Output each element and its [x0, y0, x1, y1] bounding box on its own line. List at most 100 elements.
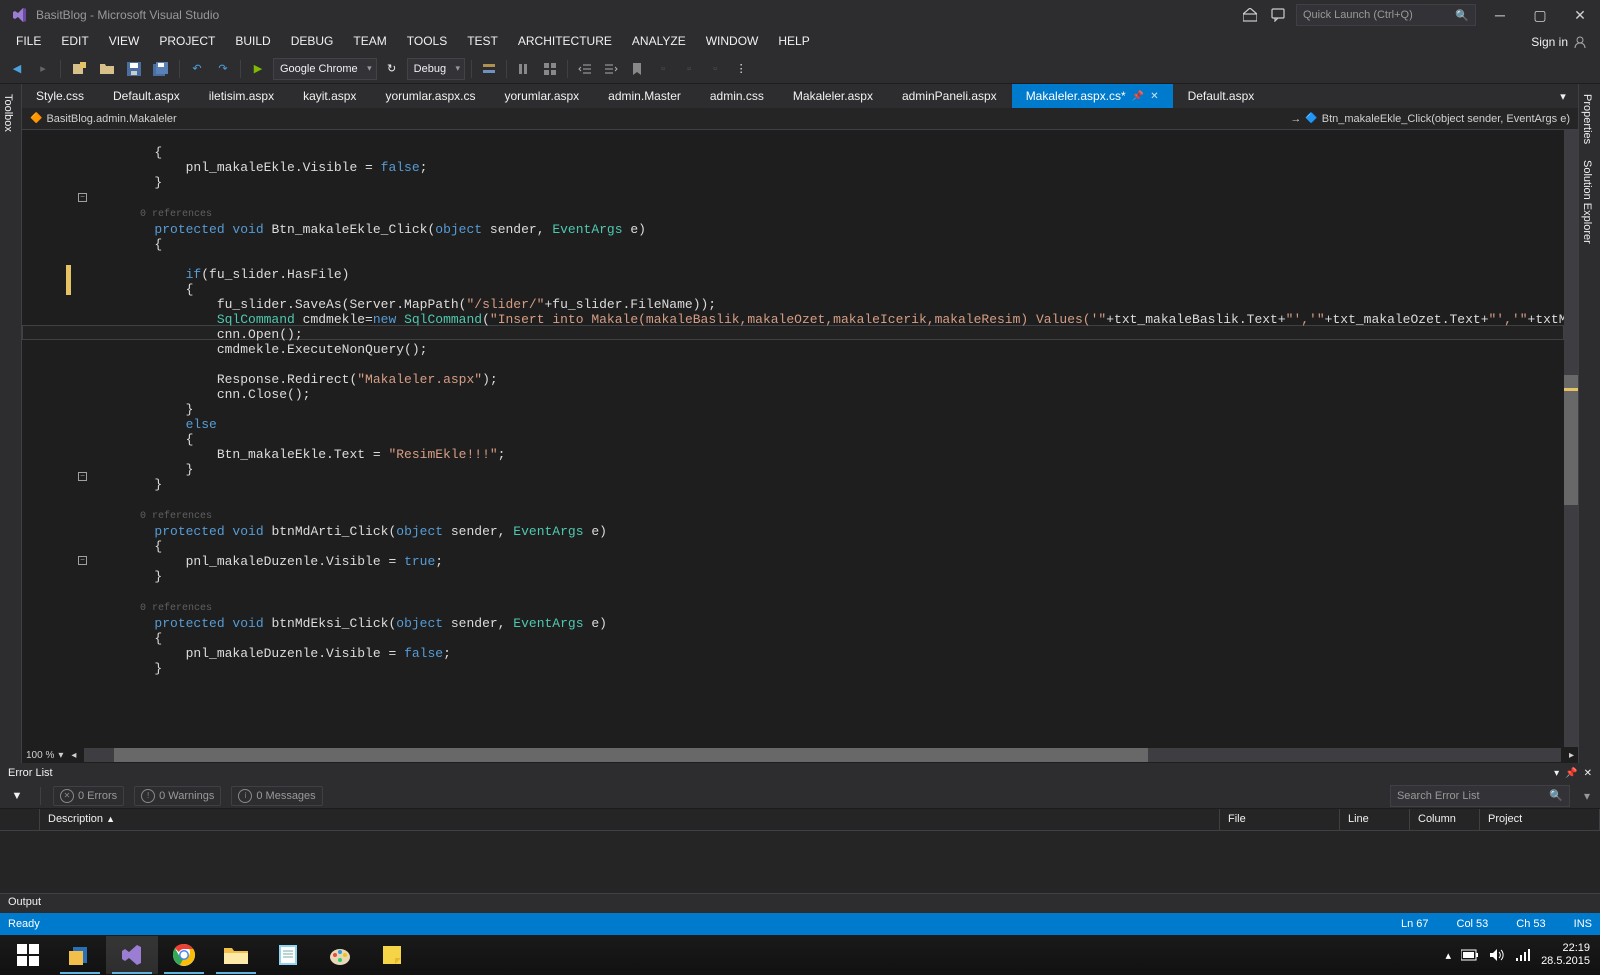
menu-architecture[interactable]: ARCHITECTURE: [508, 30, 622, 54]
taskbar-file-explorer[interactable]: [210, 936, 262, 974]
start-button[interactable]: [2, 936, 54, 974]
config-select[interactable]: Debug: [407, 58, 465, 80]
col-description[interactable]: Description ▲: [40, 809, 1220, 830]
tab-default[interactable]: Default.aspx: [99, 84, 195, 108]
col-icon[interactable]: [0, 809, 40, 830]
undo-button[interactable]: ↶: [186, 58, 208, 80]
tab-kayit[interactable]: kayit.aspx: [289, 84, 371, 108]
start-debug-button[interactable]: ▶: [247, 58, 269, 80]
toolbox-tab[interactable]: Toolbox: [2, 90, 19, 136]
warnings-filter[interactable]: ! 0 Warnings: [134, 786, 221, 806]
col-file[interactable]: File: [1220, 809, 1340, 830]
taskbar-notepad[interactable]: [262, 936, 314, 974]
menu-help[interactable]: HELP: [768, 30, 819, 54]
maximize-button[interactable]: ▢: [1524, 5, 1556, 25]
scrollbar-thumb[interactable]: [114, 748, 1148, 762]
save-button[interactable]: [123, 58, 145, 80]
fold-toggle[interactable]: −: [78, 556, 87, 565]
browser-select[interactable]: Google Chrome: [273, 58, 377, 80]
tab-yorumlar[interactable]: yorumlar.aspx: [490, 84, 594, 108]
nav-back-button[interactable]: ◀: [6, 58, 28, 80]
save-all-button[interactable]: [149, 58, 173, 80]
menu-build[interactable]: BUILD: [225, 30, 280, 54]
fold-toggle[interactable]: −: [78, 472, 87, 481]
zoom-selector[interactable]: 100 % ▾: [22, 750, 67, 761]
nav-forward-button[interactable]: ▸: [32, 58, 54, 80]
tab-makaleler-cs-active[interactable]: Makaleler.aspx.cs* 📌 ✕: [1012, 84, 1174, 108]
filter-button[interactable]: ▼: [6, 785, 28, 807]
errors-filter[interactable]: ✕ 0 Errors: [53, 786, 124, 806]
horizontal-scrollbar[interactable]: [84, 748, 1561, 762]
tab-iletisim[interactable]: iletisim.aspx: [195, 84, 289, 108]
toolbar-icon[interactable]: ▫: [704, 58, 726, 80]
scroll-left-button[interactable]: ◂: [67, 750, 80, 761]
comment-button[interactable]: ▫: [652, 58, 674, 80]
close-button[interactable]: ✕: [1564, 5, 1596, 25]
col-column[interactable]: Column: [1410, 809, 1480, 830]
output-panel-header[interactable]: Output: [0, 893, 1600, 913]
new-project-button[interactable]: [67, 58, 91, 80]
menu-debug[interactable]: DEBUG: [281, 30, 344, 54]
tab-admin-css[interactable]: admin.css: [696, 84, 779, 108]
menu-analyze[interactable]: ANALYZE: [622, 30, 696, 54]
taskbar-clock[interactable]: 22:19 28.5.2015: [1541, 942, 1590, 968]
notifications-icon[interactable]: [1240, 5, 1260, 25]
taskbar-visual-studio[interactable]: [106, 936, 158, 974]
feedback-icon[interactable]: [1268, 5, 1288, 25]
uncomment-button[interactable]: ▫: [678, 58, 700, 80]
quick-launch-input[interactable]: Quick Launch (Ctrl+Q) 🔍: [1296, 4, 1476, 26]
menu-file[interactable]: FILE: [6, 30, 51, 54]
tab-yorumlar-cs[interactable]: yorumlar.aspx.cs: [371, 84, 490, 108]
messages-filter[interactable]: i 0 Messages: [231, 786, 322, 806]
menu-window[interactable]: WINDOW: [696, 30, 769, 54]
solution-explorer-tab[interactable]: Solution Explorer: [1581, 156, 1598, 248]
outdent-button[interactable]: [574, 58, 596, 80]
toolbar-icon[interactable]: [513, 58, 535, 80]
pin-icon[interactable]: 📌: [1132, 91, 1144, 102]
taskbar-paint[interactable]: [314, 936, 366, 974]
menu-test[interactable]: TEST: [457, 30, 508, 54]
tab-adminpaneli[interactable]: adminPaneli.aspx: [888, 84, 1012, 108]
redo-button[interactable]: ↷: [212, 58, 234, 80]
taskbar-explorer[interactable]: [54, 936, 106, 974]
open-file-button[interactable]: [95, 58, 119, 80]
search-dropdown[interactable]: ▾: [1580, 789, 1594, 803]
minimize-button[interactable]: ─: [1484, 5, 1516, 25]
properties-tab[interactable]: Properties: [1581, 90, 1598, 148]
menu-team[interactable]: TEAM: [343, 30, 396, 54]
sign-in-link[interactable]: Sign in: [1519, 30, 1600, 54]
col-project[interactable]: Project: [1480, 809, 1600, 830]
toolbar-more-button[interactable]: ⋮: [730, 58, 752, 80]
menu-tools[interactable]: TOOLS: [397, 30, 457, 54]
active-files-dropdown[interactable]: ▾: [1552, 85, 1574, 107]
taskbar-chrome[interactable]: [158, 936, 210, 974]
tab-admin-master[interactable]: admin.Master: [594, 84, 696, 108]
menu-project[interactable]: PROJECT: [149, 30, 225, 54]
menu-edit[interactable]: EDIT: [51, 30, 98, 54]
tab-default2[interactable]: Default.aspx: [1174, 84, 1270, 108]
taskbar-sticky-notes[interactable]: [366, 936, 418, 974]
close-tab-icon[interactable]: ✕: [1150, 91, 1158, 102]
code-editor[interactable]: ✥ − − − { pnl_makaleEkle.Visible = false…: [22, 130, 1578, 747]
battery-icon[interactable]: [1461, 949, 1479, 961]
wifi-icon[interactable]: [1515, 948, 1531, 962]
tab-stylecss[interactable]: Style.css: [22, 84, 99, 108]
scroll-right-button[interactable]: ▸: [1565, 750, 1578, 761]
panel-dropdown-icon[interactable]: ▾: [1554, 768, 1559, 779]
menu-view[interactable]: VIEW: [99, 30, 150, 54]
search-error-list-input[interactable]: Search Error List 🔍: [1390, 785, 1570, 807]
indent-button[interactable]: [600, 58, 622, 80]
vertical-scrollbar[interactable]: [1564, 130, 1578, 747]
pin-icon[interactable]: 📌: [1565, 768, 1577, 779]
close-panel-icon[interactable]: ✕: [1584, 768, 1592, 779]
tray-arrow-icon[interactable]: ▴: [1446, 949, 1452, 962]
class-selector[interactable]: 🔶 BasitBlog.admin.Makaleler: [22, 113, 185, 125]
tab-makaleler[interactable]: Makaleler.aspx: [779, 84, 888, 108]
fold-toggle[interactable]: −: [78, 193, 87, 202]
volume-icon[interactable]: [1489, 948, 1505, 962]
bookmark-button[interactable]: [626, 58, 648, 80]
member-selector[interactable]: → 🔷 Btn_makaleEkle_Click(object sender, …: [1282, 113, 1578, 125]
col-line[interactable]: Line: [1340, 809, 1410, 830]
scrollbar-thumb[interactable]: [1564, 375, 1578, 505]
refresh-button[interactable]: ↻: [381, 58, 403, 80]
